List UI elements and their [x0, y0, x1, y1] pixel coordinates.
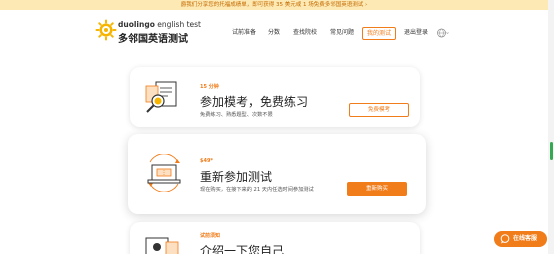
nav-scores[interactable]: 分数 — [268, 27, 280, 39]
practice-test-card: 15 分钟 参加模考，免费练习 免费练习、熟悉题型、次数不限 免费模考 — [130, 67, 420, 127]
magnifier-document-icon — [145, 81, 177, 113]
scrollbar-thumb[interactable] — [550, 142, 553, 160]
header: duolingo english test 多邻国英语测试 试前准备 分数 查找… — [0, 10, 548, 50]
promo-banner[interactable]: 爵我们分享您的托福成绩单，即可获得 35 美元或 1 场免费多邻国英语测试 › — [0, 0, 548, 10]
nav-logout[interactable]: 退出登录 — [404, 27, 428, 39]
globe-icon[interactable] — [437, 28, 449, 38]
card-title: 重新参加测试 — [200, 170, 273, 184]
nav-test-prep[interactable]: 试前准备 — [232, 27, 256, 39]
nav-my-tests[interactable]: 我的测试 — [362, 27, 397, 40]
retake-test-card: $49* 重新参加测试 现在购买，在接下来的 21 天内任选时间参加测试 重新购… — [128, 134, 426, 214]
scrollbar[interactable] — [548, 0, 554, 254]
nav-find-schools[interactable]: 查找院校 — [293, 27, 317, 39]
live-chat-button[interactable]: 在线客服 — [494, 231, 547, 247]
profile-card-icon — [145, 237, 179, 254]
introduce-yourself-card: 试前须知 介绍一下您自己 — [130, 222, 420, 254]
card-description: 现在购买，在接下来的 21 天内任选时间参加测试 — [200, 187, 314, 193]
card-tag: 试前须知 — [200, 233, 221, 239]
main-nav: 试前准备 分数 查找院校 常见问题 我的测试 退出登录 — [0, 27, 548, 41]
laptop-ticket-icon — [147, 154, 181, 192]
card-title: 参加模考，免费练习 — [200, 95, 309, 109]
card-title: 介绍一下您自己 — [200, 244, 285, 254]
chevron-down-icon — [446, 32, 449, 34]
chat-bubble-icon — [500, 234, 510, 244]
repurchase-button[interactable]: 重新购买 — [347, 182, 407, 196]
free-practice-button[interactable]: 免费模考 — [349, 103, 409, 117]
chat-label: 在线客服 — [513, 235, 538, 242]
card-tag: 15 分钟 — [200, 84, 219, 90]
card-description: 免费练习、熟悉题型、次数不限 — [200, 112, 273, 118]
card-price-tag: $49* — [200, 158, 214, 164]
nav-faq[interactable]: 常见问题 — [330, 27, 354, 39]
